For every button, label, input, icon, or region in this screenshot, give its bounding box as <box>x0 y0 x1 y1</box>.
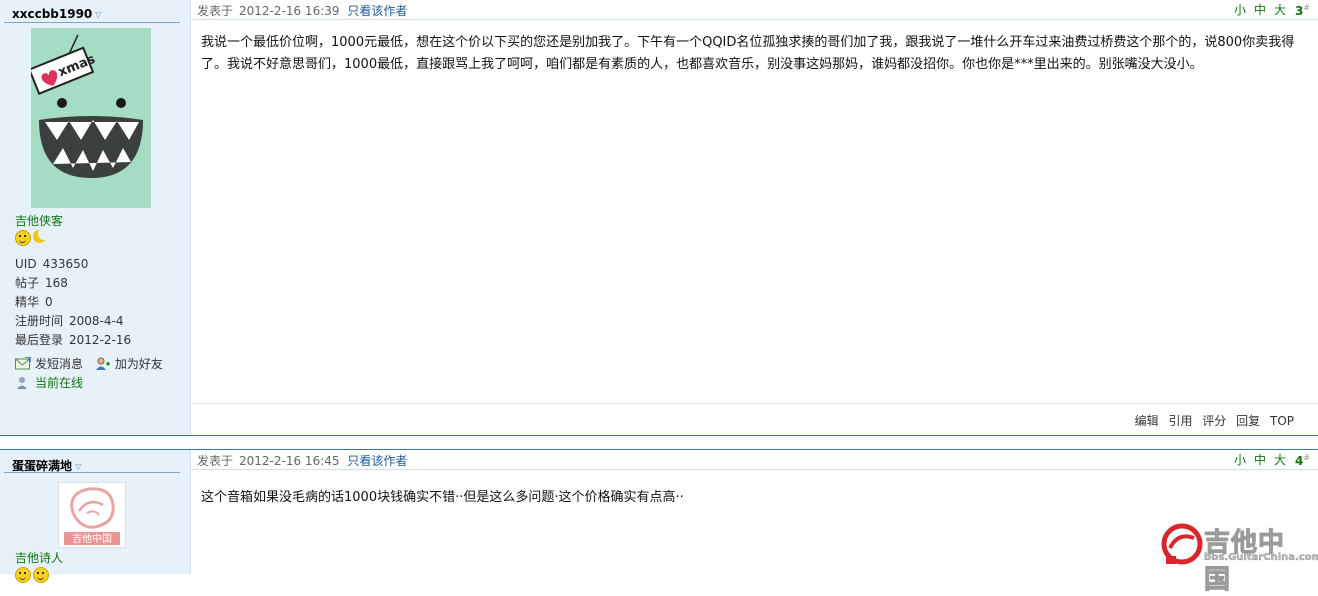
avatar[interactable]: 吉他中国 <box>58 482 126 548</box>
rank-icons <box>15 567 49 583</box>
post-main: 发表于 2012-2-16 16:39 只看该作者 小中大 3# 我说一个最低价位… <box>191 0 1318 434</box>
watermark-url: bbs.GuitarChina.com <box>1204 552 1318 563</box>
smiley-icon <box>15 567 31 583</box>
chevron-down-icon[interactable]: ▽ <box>75 462 81 471</box>
envelope-icon <box>15 357 31 370</box>
post-actions: 编辑 引用 评分 回复 TOP <box>1129 412 1294 429</box>
font-medium-button[interactable]: 中 <box>1254 453 1266 467</box>
user-actions: 发短消息 加为好友 当前在线 <box>15 355 185 393</box>
font-small-button[interactable]: 小 <box>1234 3 1246 17</box>
avatar-site-label: 吉他中国 <box>72 532 112 545</box>
floor-number[interactable]: 4# <box>1295 453 1310 468</box>
font-large-button[interactable]: 大 <box>1274 453 1286 467</box>
site-watermark: 吉他中国 bbs.GuitarChina.com <box>1160 522 1318 596</box>
stat-posts: 帖子 168 <box>15 276 68 290</box>
online-status: 当前在线 <box>15 374 83 393</box>
rate-button[interactable]: 评分 <box>1202 414 1226 428</box>
font-small-button[interactable]: 小 <box>1234 453 1246 467</box>
add-friend-icon <box>95 357 110 370</box>
chevron-down-icon[interactable]: ▽ <box>95 10 101 19</box>
post-floor-3: xxccbb1990 ▽ xmas 吉他侠客 UID 433650 帖子 168… <box>0 0 1318 434</box>
post-content: 这个音箱如果没毛病的话1000块钱确实不错··但是这么多问题·这个价格确实有点高… <box>201 490 684 505</box>
add-friend-button[interactable]: 加为好友 <box>95 355 163 374</box>
author-sidebar: xxccbb1990 ▽ xmas 吉他侠客 UID 433650 帖子 168… <box>0 0 191 434</box>
stat-registered: 注册时间 2008-4-4 <box>15 314 124 328</box>
post-main: 发表于 2012-2-16 16:45 只看该作者 小中大 4# 这个音箱如果没毛… <box>191 450 1318 574</box>
send-message-button[interactable]: 发短消息 <box>15 355 83 374</box>
font-large-button[interactable]: 大 <box>1274 3 1286 17</box>
edit-button[interactable]: 编辑 <box>1135 414 1159 428</box>
posted-label: 发表于 <box>197 4 234 18</box>
user-rank: 吉他诗人 <box>15 551 64 565</box>
font-size-switch: 小中大 <box>1226 1 1286 18</box>
author-sidebar: 蛋蛋碎满地 ▽ 吉他中国 吉他诗人 <box>0 450 191 583</box>
guitarchina-logo-icon <box>1161 523 1203 565</box>
post-time: 2012-2-16 16:45 <box>239 454 340 468</box>
post-header: 发表于 2012-2-16 16:45 只看该作者 小中大 4# <box>191 450 1318 470</box>
posted-label: 发表于 <box>197 454 234 468</box>
smiley-icon <box>15 230 31 246</box>
post-divider <box>0 435 1318 436</box>
user-online-icon <box>17 377 27 389</box>
stat-uid: UID 433650 <box>15 257 89 271</box>
post-time: 2012-2-16 16:39 <box>239 4 340 18</box>
stat-last-login: 最后登录 2012-2-16 <box>15 333 132 347</box>
user-rank: 吉他侠客 <box>15 214 64 228</box>
post-meta: 发表于 2012-2-16 16:39 只看该作者 <box>197 2 407 19</box>
rank-icons <box>15 228 50 246</box>
font-size-switch: 小中大 <box>1226 451 1286 468</box>
top-button[interactable]: TOP <box>1270 414 1294 428</box>
floor-number[interactable]: 3# <box>1295 3 1310 18</box>
user-stats: UID 433650 帖子 168 精华 0 注册时间 2008-4-4 最后登录 201… <box>15 255 185 350</box>
moon-icon <box>33 228 50 244</box>
post-meta: 发表于 2012-2-16 16:45 只看该作者 <box>197 452 407 469</box>
author-only-link[interactable]: 只看该作者 <box>347 4 407 18</box>
author-only-link[interactable]: 只看该作者 <box>347 454 407 468</box>
author-header: 蛋蛋碎满地 ▽ <box>4 456 180 473</box>
username-link[interactable]: 蛋蛋碎满地 ▽ <box>12 457 81 474</box>
stat-digest: 精华 0 <box>15 295 53 309</box>
username-link[interactable]: xxccbb1990 ▽ <box>12 7 101 21</box>
post-floor-4: 蛋蛋碎满地 ▽ 吉他中国 吉他诗人 发表于 2012-2-16 16:45 只看该作… <box>0 450 1318 583</box>
post-content: 我说一个最低价位啊，1000元最低，想在这个价以下买的您还是别加我了。下午有一个… <box>201 35 1295 72</box>
font-medium-button[interactable]: 中 <box>1254 3 1266 17</box>
smiley-icon <box>33 567 49 583</box>
author-header: xxccbb1990 ▽ <box>4 6 180 23</box>
reply-button[interactable]: 回复 <box>1236 414 1260 428</box>
quote-button[interactable]: 引用 <box>1168 414 1192 428</box>
post-header: 发表于 2012-2-16 16:39 只看该作者 小中大 3# <box>191 0 1318 20</box>
post-footer: 编辑 引用 评分 回复 TOP <box>191 403 1318 434</box>
avatar[interactable]: xmas <box>28 28 151 208</box>
